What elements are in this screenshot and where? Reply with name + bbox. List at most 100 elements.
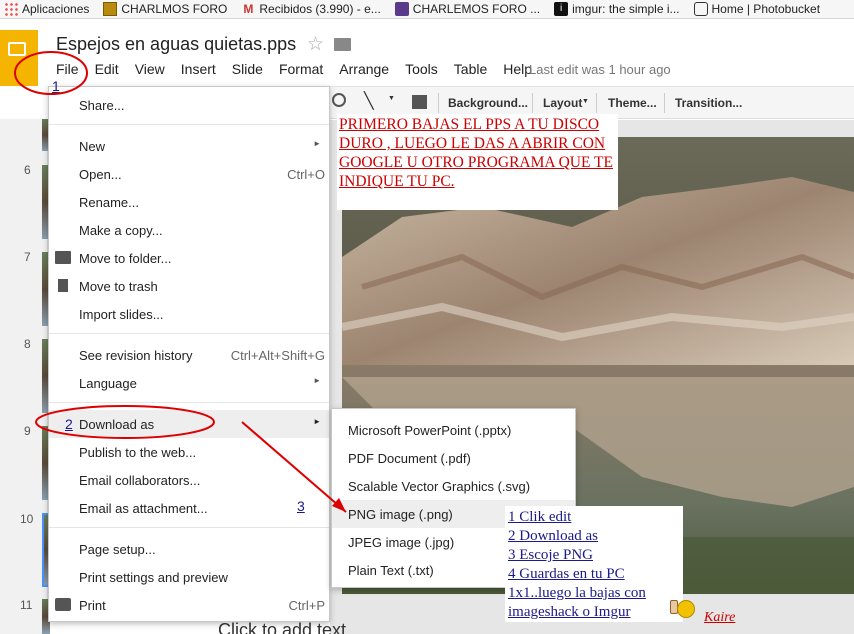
step-line: 1 Clik edit	[508, 509, 572, 525]
slide-number: 6	[24, 163, 31, 177]
step-line: 1x1..luego la bajas con imageshack o Img…	[508, 585, 646, 620]
chevron-down-icon[interactable]: ▼	[388, 95, 395, 102]
menu-view[interactable]: View	[135, 61, 165, 79]
menu-insert[interactable]: Insert	[181, 61, 216, 79]
download-pdf[interactable]: PDF Document (.pdf)	[332, 444, 575, 472]
menu-item-label: New	[79, 139, 106, 154]
background-button[interactable]: Background...	[448, 96, 528, 110]
bookmark-charlmos[interactable]: CHARLMOS FORO	[99, 2, 227, 16]
step-number: 3	[297, 498, 305, 514]
menu-item-print-settings[interactable]: Print settings and preview	[49, 563, 329, 591]
theme-button[interactable]: Theme...	[608, 96, 657, 110]
slide-number: 7	[24, 250, 31, 264]
menu-tools[interactable]: Tools	[405, 61, 438, 79]
menu-item-open[interactable]: Open... Ctrl+O	[49, 160, 329, 188]
menu-arrange[interactable]: Arrange	[339, 61, 389, 79]
menu-item-revision-history[interactable]: See revision history Ctrl+Alt+Shift+G	[49, 341, 329, 369]
submenu-arrow-icon: ►	[313, 417, 321, 426]
menu-item-print[interactable]: Print Ctrl+P	[49, 591, 329, 619]
slides-logo[interactable]	[0, 30, 38, 86]
printer-icon	[55, 598, 71, 611]
menu-item-label: Language	[79, 376, 137, 391]
submenu-arrow-icon: ►	[313, 139, 321, 148]
menu-item-move-folder[interactable]: Move to folder...	[49, 244, 329, 272]
slide-number: 11	[20, 598, 33, 612]
menu-item-label: Page setup...	[79, 542, 156, 557]
apps-grid-icon	[4, 2, 18, 16]
menu-table[interactable]: Table	[454, 61, 487, 79]
line-icon[interactable]: ╲	[364, 91, 374, 111]
layout-button[interactable]: Layout	[543, 96, 582, 110]
menu-item-label: Make a copy...	[79, 223, 163, 238]
bookmark-apps[interactable]: Aplicaciones	[0, 2, 89, 16]
menu-item-new[interactable]: New ►	[49, 132, 329, 160]
transition-button[interactable]: Transition...	[675, 96, 742, 110]
star-icon[interactable]: ☆	[307, 33, 324, 56]
menu-item-publish[interactable]: Publish to the web...	[49, 438, 329, 466]
shortcut-label: Ctrl+O	[287, 167, 325, 182]
menu-item-import-slides[interactable]: Import slides...	[49, 300, 329, 328]
document-title[interactable]: Espejos en aguas quietas.pps	[56, 34, 296, 55]
menu-item-label: Print settings and preview	[79, 570, 228, 585]
menu-file[interactable]: File	[56, 61, 79, 79]
menu-item-label: Open...	[79, 167, 122, 182]
menu-bar: File Edit View Insert Slide Format Arran…	[56, 61, 548, 79]
download-svg[interactable]: Scalable Vector Graphics (.svg)	[332, 472, 575, 500]
menu-item-download-as[interactable]: Download as ►	[49, 410, 329, 438]
text-placeholder[interactable]: Click to add text	[218, 620, 346, 634]
step-number: 2	[65, 416, 73, 432]
menu-item-make-copy[interactable]: Make a copy...	[49, 216, 329, 244]
step-line: 4 Guardas en tu PC	[508, 566, 625, 582]
bookmark-photobucket[interactable]: Home | Photobucket	[690, 2, 821, 16]
bookmark-label: Home | Photobucket	[711, 2, 821, 16]
menu-item-label: PDF Document (.pdf)	[348, 451, 471, 466]
slide-number: 10	[20, 512, 34, 526]
menu-item-label: Download as	[79, 417, 155, 432]
menu-item-label: Microsoft PowerPoint (.pptx)	[348, 423, 512, 438]
last-edit-status[interactable]: Last edit was 1 hour ago	[529, 62, 671, 77]
bookmark-label: Aplicaciones	[22, 2, 90, 16]
menu-item-share[interactable]: Share...	[49, 91, 329, 119]
file-menu-dropdown: Share... New ► Open... Ctrl+O Rename... Ma…	[48, 86, 330, 622]
menu-edit[interactable]: Edit	[95, 61, 119, 79]
menu-item-label: See revision history	[79, 348, 193, 363]
bookmark-label: imgur: the simple i...	[572, 2, 680, 16]
menu-slide[interactable]: Slide	[232, 61, 263, 79]
menu-item-label: Share...	[79, 98, 125, 113]
submenu-arrow-icon: ►	[313, 376, 321, 385]
step-number: 1	[52, 78, 60, 94]
download-pptx[interactable]: Microsoft PowerPoint (.pptx)	[332, 416, 575, 444]
bookmark-imgur[interactable]: i imgur: the simple i...	[550, 2, 680, 16]
menu-item-page-setup[interactable]: Page setup...	[49, 535, 329, 563]
menu-format[interactable]: Format	[279, 61, 323, 79]
camera-icon	[693, 2, 708, 16]
menu-item-email-attachment[interactable]: Email as attachment...	[49, 494, 329, 522]
menu-item-label: PNG image (.png)	[348, 507, 453, 522]
folder-icon	[55, 251, 71, 264]
shortcut-label: Ctrl+P	[288, 598, 325, 613]
smiley-icon	[677, 600, 695, 618]
menu-item-language[interactable]: Language ►	[49, 369, 329, 397]
shape-icon[interactable]	[332, 93, 346, 107]
bookmark-charlemos[interactable]: CHARLEMOS FORO ...	[391, 2, 540, 16]
slide-filmstrip[interactable]: 6 7 8 9 10 11	[0, 119, 50, 634]
comment-icon[interactable]	[412, 95, 427, 109]
menu-item-label: Publish to the web...	[79, 445, 197, 460]
shortcut-label: Ctrl+Alt+Shift+G	[230, 348, 325, 363]
menu-item-label: Scalable Vector Graphics (.svg)	[348, 479, 531, 494]
bookmark-label: CHARLMOS FORO	[121, 2, 228, 16]
menu-item-trash[interactable]: Move to trash	[49, 272, 329, 300]
bookmarks-bar: Aplicaciones CHARLMOS FORO M Recibidos (3…	[0, 0, 854, 19]
menu-help[interactable]: Help	[503, 61, 532, 79]
chevron-down-icon: ▼	[582, 98, 589, 105]
bookmark-gmail[interactable]: M Recibidos (3.990) - e...	[237, 2, 380, 16]
folder-icon[interactable]	[334, 38, 351, 51]
steps-note: 1 Clik edit 2 Download as 3 Escoje PNG 4…	[505, 506, 683, 622]
bookmark-icon	[103, 2, 118, 16]
menu-item-label: Email collaborators...	[79, 473, 201, 488]
menu-item-email-collaborators[interactable]: Email collaborators...	[49, 466, 329, 494]
menu-item-rename[interactable]: Rename...	[49, 188, 329, 216]
step-line: 2 Download as	[508, 528, 598, 544]
menu-item-label: Plain Text (.txt)	[348, 563, 434, 578]
author-signature: Kaire	[704, 610, 736, 625]
